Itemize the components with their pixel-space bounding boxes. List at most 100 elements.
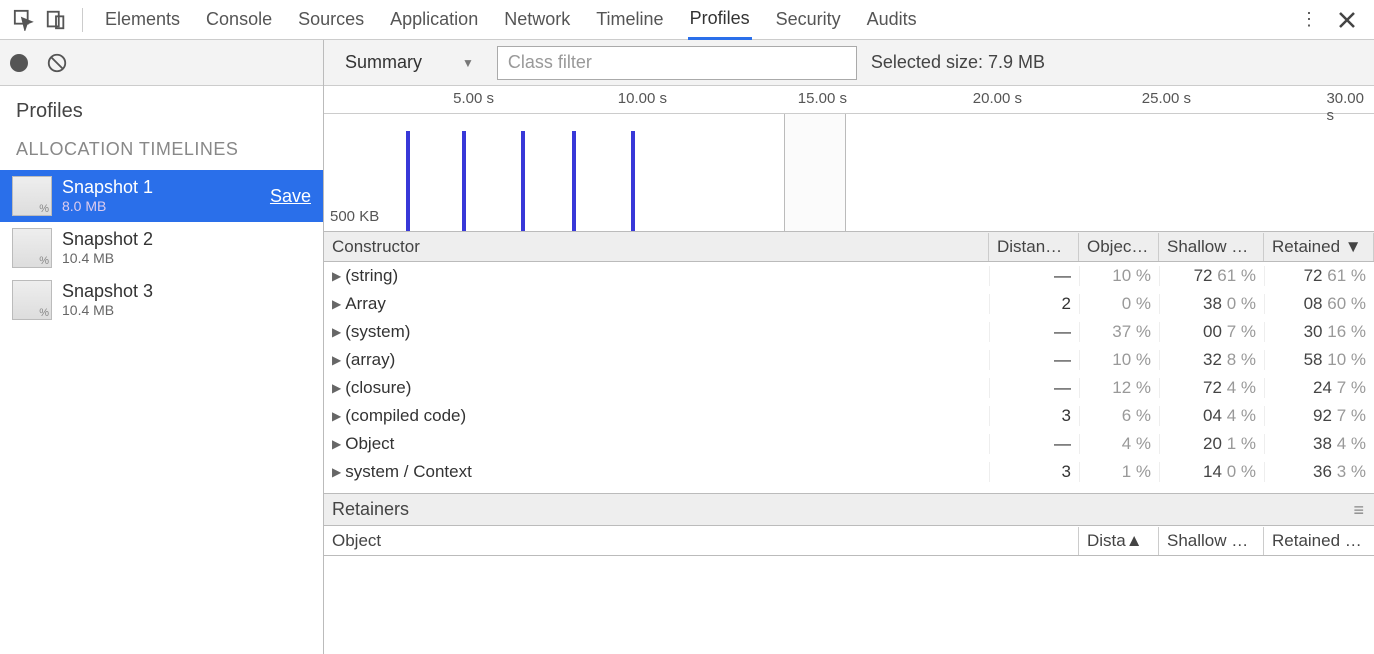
close-icon[interactable] [1328,7,1366,33]
view-dropdown-label: Summary [345,52,422,73]
expand-caret-icon[interactable]: ▶ [332,465,341,479]
expand-caret-icon[interactable]: ▶ [332,297,341,311]
tab-network[interactable]: Network [502,1,572,38]
profile-detail: Summary ▼ Selected size: 7.9 MB 5.00 s 1… [324,40,1374,654]
snapshot-item[interactable]: Snapshot 1 8.0 MB Save [0,170,323,222]
col-retained[interactable]: Retained ▼ [1264,233,1374,261]
table-row[interactable]: ▶(closure)—12 %72 4 %24 7 % [324,374,1374,402]
time-tick: 20.00 s [973,90,1022,107]
view-dropdown[interactable]: Summary ▼ [336,47,483,78]
retained-cell: 24 7 % [1264,378,1374,398]
distance-cell: — [989,266,1079,286]
retained-cell: 58 10 % [1264,350,1374,370]
retained-cell: 72 61 % [1264,266,1374,286]
constructor-name: system / Context [345,462,472,482]
tab-audits[interactable]: Audits [865,1,919,38]
record-button[interactable] [10,54,28,72]
alloc-bar [572,131,576,231]
constructor-name: Object [345,434,394,454]
class-filter-input[interactable] [497,46,857,80]
retain-col-distance[interactable]: Dista▲ [1079,527,1159,555]
expand-caret-icon[interactable]: ▶ [332,353,341,367]
shallow-cell: 72 61 % [1159,266,1264,286]
expand-caret-icon[interactable]: ▶ [332,409,341,423]
device-toggle-icon[interactable] [40,6,72,34]
retained-cell: 08 60 % [1264,294,1374,314]
col-distance[interactable]: Distan… [989,233,1079,261]
time-tick: 5.00 s [453,90,494,107]
tab-console[interactable]: Console [204,1,274,38]
allocation-timeline[interactable]: 5.00 s 10.00 s 15.00 s 20.00 s 25.00 s 3… [324,86,1374,232]
profiles-sidebar: Profiles ALLOCATION TIMELINES Snapshot 1… [0,40,324,654]
col-constructor[interactable]: Constructor [324,233,989,261]
table-row[interactable]: ▶(system)—37 %00 7 %30 16 % [324,318,1374,346]
tab-security[interactable]: Security [774,1,843,38]
retained-cell: 36 3 % [1264,462,1374,482]
panel-tabs: Elements Console Sources Application Net… [103,0,919,40]
retainers-header: Retainers ≡ [324,494,1374,526]
objects-cell: 0 % [1079,294,1159,314]
tab-timeline[interactable]: Timeline [594,1,665,38]
more-menu-icon[interactable]: ⋮ [1290,5,1328,34]
retain-col-object[interactable]: Object [324,527,1079,555]
profiles-header: Profiles [0,86,323,129]
time-tick: 15.00 s [798,90,847,107]
constructors-table-header: Constructor Distan… Objec… Shallow … Ret… [324,232,1374,262]
constructor-name: (closure) [345,378,411,398]
timeline-bars: 500 KB [324,114,1374,231]
retainers-label: Retainers [332,499,409,520]
time-ruler: 5.00 s 10.00 s 15.00 s 20.00 s 25.00 s 3… [324,86,1374,114]
retainers-columns: Object Dista▲ Shallow … Retained … [324,526,1374,556]
table-row[interactable]: ▶(string)—10 %72 61 %72 61 % [324,262,1374,290]
objects-cell: 4 % [1079,434,1159,454]
expand-caret-icon[interactable]: ▶ [332,269,341,283]
devtools-top-bar: Elements Console Sources Application Net… [0,0,1374,40]
timeline-selection[interactable] [784,114,846,231]
shallow-cell: 04 4 % [1159,406,1264,426]
retain-col-retained[interactable]: Retained … [1264,527,1374,555]
retain-col-shallow[interactable]: Shallow … [1159,527,1264,555]
snapshot-meta: 10.4 MB [62,302,153,319]
snapshot-name: Snapshot 2 [62,229,153,251]
profile-toolbar: Summary ▼ Selected size: 7.9 MB [324,40,1374,86]
table-row[interactable]: ▶system / Context31 %14 0 %36 3 % [324,458,1374,486]
distance-cell: — [989,322,1079,342]
constructor-name: Array [345,294,386,314]
expand-caret-icon[interactable]: ▶ [332,325,341,339]
snapshot-item[interactable]: Snapshot 3 10.4 MB [0,274,323,326]
tab-elements[interactable]: Elements [103,1,182,38]
inspect-icon[interactable] [8,6,40,34]
record-toolbar [0,40,323,86]
selected-size-label: Selected size: 7.9 MB [871,52,1045,73]
time-tick: 25.00 s [1142,90,1191,107]
tab-application[interactable]: Application [388,1,480,38]
objects-cell: 1 % [1079,462,1159,482]
snapshot-save-link[interactable]: Save [270,186,311,207]
shallow-cell: 32 8 % [1159,350,1264,370]
table-row[interactable]: ▶Object—4 %20 1 %38 4 % [324,430,1374,458]
clear-icon[interactable] [46,52,68,74]
snapshot-item[interactable]: Snapshot 2 10.4 MB [0,222,323,274]
col-shallow[interactable]: Shallow … [1159,233,1264,261]
table-row[interactable]: ▶(compiled code)36 %04 4 %92 7 % [324,402,1374,430]
expand-caret-icon[interactable]: ▶ [332,437,341,451]
objects-cell: 10 % [1079,266,1159,286]
snapshot-icon [12,228,52,268]
shallow-cell: 38 0 % [1159,294,1264,314]
shallow-cell: 72 4 % [1159,378,1264,398]
table-row[interactable]: ▶Array20 %38 0 %08 60 % [324,290,1374,318]
hamburger-icon[interactable]: ≡ [1353,500,1364,521]
tab-profiles[interactable]: Profiles [688,0,752,40]
objects-cell: 37 % [1079,322,1159,342]
shallow-cell: 20 1 % [1159,434,1264,454]
table-row[interactable]: ▶(array)—10 %32 8 %58 10 % [324,346,1374,374]
alloc-bar [406,131,410,231]
expand-caret-icon[interactable]: ▶ [332,381,341,395]
retained-cell: 92 7 % [1264,406,1374,426]
snapshot-icon [12,280,52,320]
retained-cell: 38 4 % [1264,434,1374,454]
col-objects[interactable]: Objec… [1079,233,1159,261]
tab-sources[interactable]: Sources [296,1,366,38]
objects-cell: 12 % [1079,378,1159,398]
snapshot-name: Snapshot 1 [62,177,153,199]
